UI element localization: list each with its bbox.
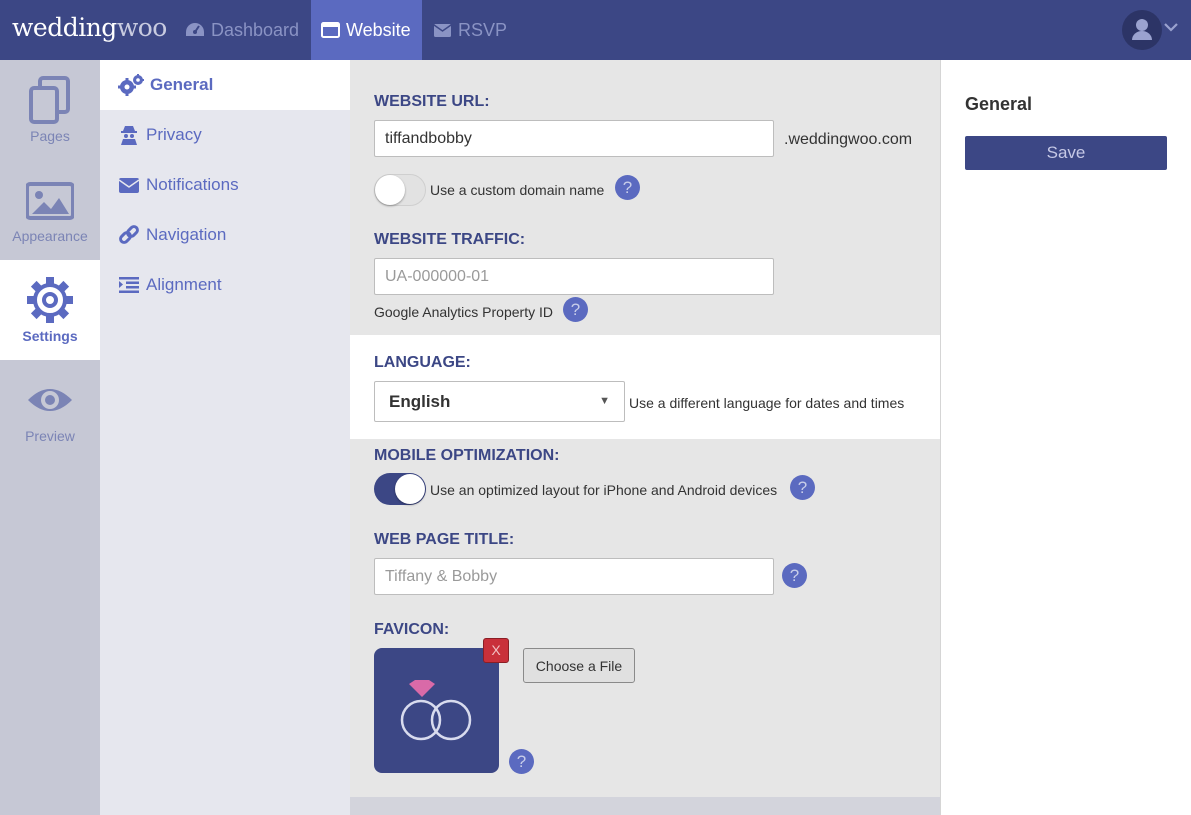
- browser-window-icon: [321, 22, 340, 38]
- website-url-label: WEBSITE URL:: [374, 93, 490, 110]
- mobile-optimization-caption: Use an optimized layout for iPhone and A…: [430, 482, 778, 498]
- subnav-privacy-label: Privacy: [146, 125, 202, 144]
- dropdown-arrow-icon: ▼: [599, 395, 610, 407]
- subnav-general-label: General: [150, 75, 214, 94]
- pages-icon: [29, 76, 70, 124]
- language-selected-value: English: [389, 392, 451, 411]
- website-url-suffix: .weddingwoo.com: [784, 131, 913, 148]
- toggle-knob: [375, 175, 405, 205]
- wedding-rings-icon: [400, 680, 472, 741]
- toggle-knob: [395, 474, 425, 504]
- nav-rsvp-label: RSVP: [458, 19, 508, 40]
- envelope-icon: [433, 23, 452, 37]
- iconbar-item-settings[interactable]: Settings: [0, 260, 100, 360]
- top-navigation-bar: weddingwoo Dashboard Website RSVP: [0, 0, 1191, 60]
- user-avatar-icon: [1132, 19, 1152, 40]
- link-icon: [119, 225, 139, 244]
- subnav-alignment-label: Alignment: [146, 275, 222, 294]
- mobile-help-button[interactable]: ?: [790, 475, 815, 500]
- form-footer-strip: [350, 797, 940, 815]
- favicon-help-button[interactable]: ?: [509, 749, 534, 774]
- mobile-optimization-toggle[interactable]: [374, 473, 426, 505]
- iconbar-item-pages[interactable]: Pages: [0, 60, 100, 160]
- subnav-notifications-label: Notifications: [146, 175, 239, 194]
- nav-dashboard-label: Dashboard: [211, 19, 300, 40]
- subnav-item-navigation[interactable]: Navigation: [100, 210, 350, 260]
- dashboard-gauge-icon: [186, 23, 204, 36]
- iconbar-settings-label: Settings: [22, 328, 78, 344]
- right-action-panel: General Save: [940, 60, 1191, 815]
- settings-subnav: General Privacy Notifications Navigation…: [100, 60, 350, 815]
- iconbar-pages-label: Pages: [30, 128, 70, 144]
- subnav-item-privacy[interactable]: Privacy: [100, 110, 350, 160]
- iconbar-item-preview[interactable]: Preview: [0, 360, 100, 460]
- envelope-icon: [118, 177, 140, 193]
- logo-main-text: wedding: [12, 13, 117, 42]
- iconbar-appearance-label: Appearance: [12, 228, 88, 244]
- custom-domain-toggle[interactable]: [374, 174, 426, 206]
- custom-domain-help-button[interactable]: ?: [615, 175, 640, 200]
- favicon-preview: [374, 648, 499, 773]
- language-label: LANGUAGE:: [374, 354, 471, 371]
- subnav-navigation-label: Navigation: [146, 225, 227, 244]
- web-page-title-label: WEB PAGE TITLE:: [374, 531, 515, 548]
- custom-domain-label: Use a custom domain name: [430, 182, 605, 198]
- user-avatar-button[interactable]: [1122, 10, 1162, 50]
- section-icon-bar: Pages Appearance Settings Preview: [0, 60, 100, 815]
- website-traffic-label: WEBSITE TRAFFIC:: [374, 231, 526, 248]
- subnav-item-notifications[interactable]: Notifications: [100, 160, 350, 210]
- web-page-title-input[interactable]: [374, 558, 774, 595]
- language-caption: Use a different language for dates and t…: [629, 395, 905, 411]
- analytics-id-input[interactable]: [374, 258, 774, 295]
- eye-icon: [28, 389, 72, 411]
- image-icon: [26, 182, 74, 220]
- save-button[interactable]: Save: [965, 136, 1167, 170]
- gear-icon: [27, 277, 73, 323]
- nav-website[interactable]: Website: [311, 0, 422, 60]
- subnav-item-general[interactable]: General: [100, 60, 350, 110]
- indent-icon: [119, 277, 139, 293]
- remove-favicon-button[interactable]: X: [483, 638, 509, 663]
- mobile-optimization-label: MOBILE OPTIMIZATION:: [374, 447, 560, 464]
- chevron-down-icon[interactable]: [1164, 22, 1178, 32]
- analytics-help-button[interactable]: ?: [563, 297, 588, 322]
- language-select[interactable]: English ▼: [374, 381, 625, 422]
- iconbar-preview-label: Preview: [25, 428, 75, 444]
- nav-rsvp[interactable]: RSVP: [423, 0, 517, 60]
- gears-icon: [118, 74, 144, 96]
- subnav-item-alignment[interactable]: Alignment: [100, 260, 350, 310]
- panel-title: General: [965, 94, 1033, 114]
- analytics-id-caption: Google Analytics Property ID: [374, 304, 553, 320]
- favicon-label: FAVICON:: [374, 621, 450, 638]
- weddingwoo-logo[interactable]: weddingwoo: [12, 13, 167, 42]
- nav-dashboard[interactable]: Dashboard: [175, 0, 309, 60]
- choose-file-button[interactable]: Choose a File: [523, 648, 635, 683]
- spy-icon: [121, 126, 137, 145]
- website-url-input[interactable]: [374, 120, 774, 157]
- title-help-button[interactable]: ?: [782, 563, 807, 588]
- iconbar-item-appearance[interactable]: Appearance: [0, 160, 100, 260]
- nav-website-label: Website: [346, 19, 411, 40]
- logo-accent-text: woo: [116, 13, 168, 42]
